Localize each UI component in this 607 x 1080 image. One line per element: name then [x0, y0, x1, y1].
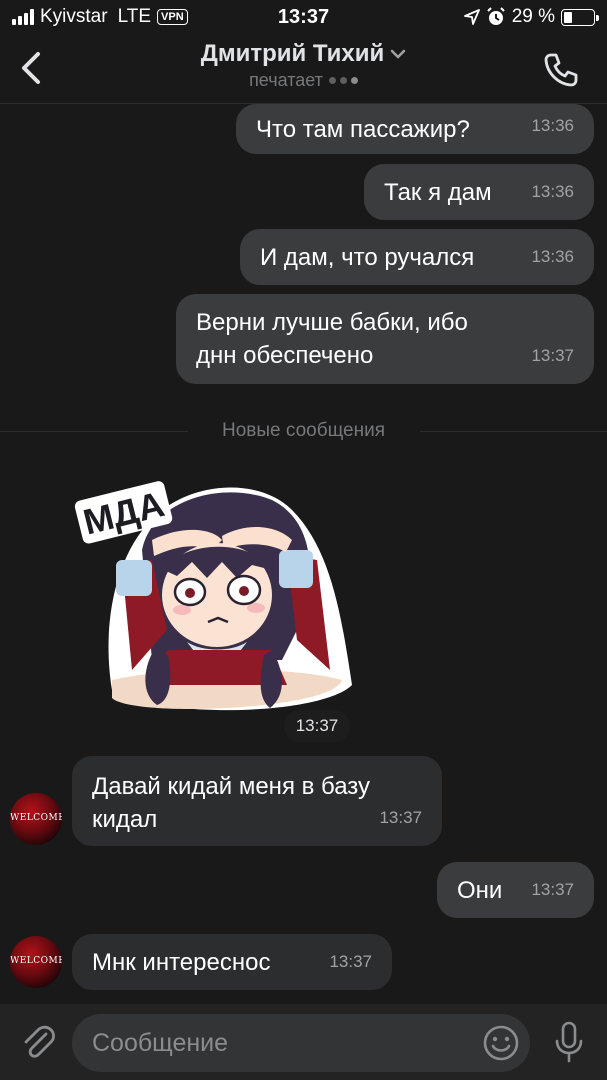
status-bar: Kyivstar LTE VPN 13:37 29 %	[0, 0, 607, 34]
new-messages-divider: Новые сообщения	[0, 420, 607, 444]
divider-line	[420, 431, 607, 432]
call-button[interactable]	[541, 50, 581, 90]
contact-name-label: Дмитрий Тихий	[200, 40, 385, 67]
microphone-icon	[555, 1021, 583, 1063]
message-bubble[interactable]: И дам, что ручался 13:36	[240, 229, 594, 285]
message-bubble[interactable]: Так я дам 13:36	[364, 164, 594, 220]
message-bubble[interactable]: Давай кидай меня в базу кидал 13:37	[72, 756, 442, 846]
typing-label: печатает	[249, 70, 323, 90]
chat-header: Дмитрий Тихий печатает	[0, 34, 607, 104]
message-time: 13:37	[329, 952, 372, 971]
message-bubble[interactable]: Мнк интереснос 13:37	[72, 934, 392, 990]
message-time: 13:37	[379, 808, 422, 827]
avatar[interactable]: WELCOME	[10, 793, 62, 845]
message-bubble[interactable]: Что там пассажир? 13:36	[236, 104, 594, 154]
message-bubble[interactable]: Верни лучше бабки, ибо днн обеспечено 13…	[176, 294, 594, 384]
smile-icon	[483, 1025, 519, 1061]
microphone-button[interactable]	[552, 1020, 586, 1064]
message-text: Давай кидай меня в базу кидал	[92, 773, 371, 833]
attach-button[interactable]	[18, 1022, 58, 1062]
chat-title[interactable]: Дмитрий Тихий печатает	[0, 40, 607, 91]
battery-icon	[561, 8, 599, 26]
avatar[interactable]: WELCOME	[10, 936, 62, 988]
message-text: Они	[457, 877, 503, 904]
alarm-icon	[486, 7, 505, 25]
message-text: Мнк интереснос	[92, 949, 271, 976]
location-icon	[463, 9, 480, 25]
sticker[interactable]: МДА	[72, 470, 362, 740]
paperclip-icon	[24, 1025, 55, 1058]
message-time: 13:36	[531, 247, 574, 266]
avatar-text: WELCOME	[10, 956, 62, 966]
sticker-image: МДА	[74, 481, 352, 711]
input-bar	[0, 1004, 607, 1080]
typing-dots-icon	[328, 77, 358, 84]
battery-percent: 29 %	[511, 6, 555, 27]
typing-status: печатает	[249, 70, 358, 91]
status-right: 29 %	[463, 6, 599, 28]
avatar-text: WELCOME	[10, 813, 62, 823]
message-text: Верни лучше бабки, ибо днн обеспечено	[196, 309, 468, 369]
message-text: Так я дам	[384, 179, 492, 206]
sticker-time: 13:37	[284, 710, 350, 742]
contact-name[interactable]: Дмитрий Тихий	[201, 40, 407, 68]
message-input[interactable]	[72, 1014, 530, 1072]
phone-icon	[544, 53, 578, 87]
message-time: 13:36	[531, 182, 574, 201]
message-bubble[interactable]: Они 13:37	[437, 862, 594, 918]
message-time: 13:37	[531, 346, 574, 365]
emoji-button[interactable]	[482, 1024, 520, 1062]
message-text: И дам, что ручался	[260, 244, 475, 271]
message-text: Что там пассажир?	[256, 116, 470, 143]
message-time: 13:37	[531, 880, 574, 899]
message-time: 13:36	[531, 116, 574, 135]
chevron-down-icon	[391, 49, 406, 59]
